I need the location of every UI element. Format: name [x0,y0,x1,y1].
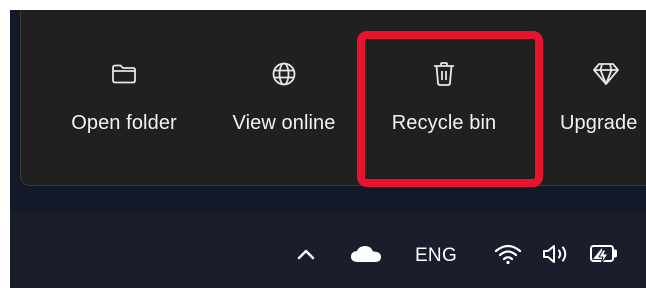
volume-icon [541,242,573,271]
screen: Open folder View online Recycle bin Upgr… [0,0,646,288]
onedrive-tray-button[interactable] [346,236,386,276]
diamond-icon [590,58,622,90]
wifi-button[interactable] [490,236,526,276]
highlight-box [357,31,543,187]
upgrade-button[interactable]: Upgrade [560,50,646,160]
show-hidden-icons-button[interactable] [290,236,322,276]
chevron-up-icon [296,247,316,266]
wifi-icon [493,242,523,271]
open-folder-label: Open folder [71,112,177,134]
view-online-label: View online [232,112,336,134]
globe-icon [268,58,300,90]
view-online-button[interactable]: View online [222,50,346,160]
battery-charging-icon [588,241,620,272]
volume-button[interactable] [538,236,576,276]
open-folder-button[interactable]: Open folder [62,50,186,160]
battery-button[interactable] [584,236,624,276]
language-indicator[interactable]: ENG [408,236,464,276]
upgrade-label: Upgrade [560,112,638,134]
folder-icon [108,58,140,90]
onedrive-cloud-icon [349,244,383,269]
